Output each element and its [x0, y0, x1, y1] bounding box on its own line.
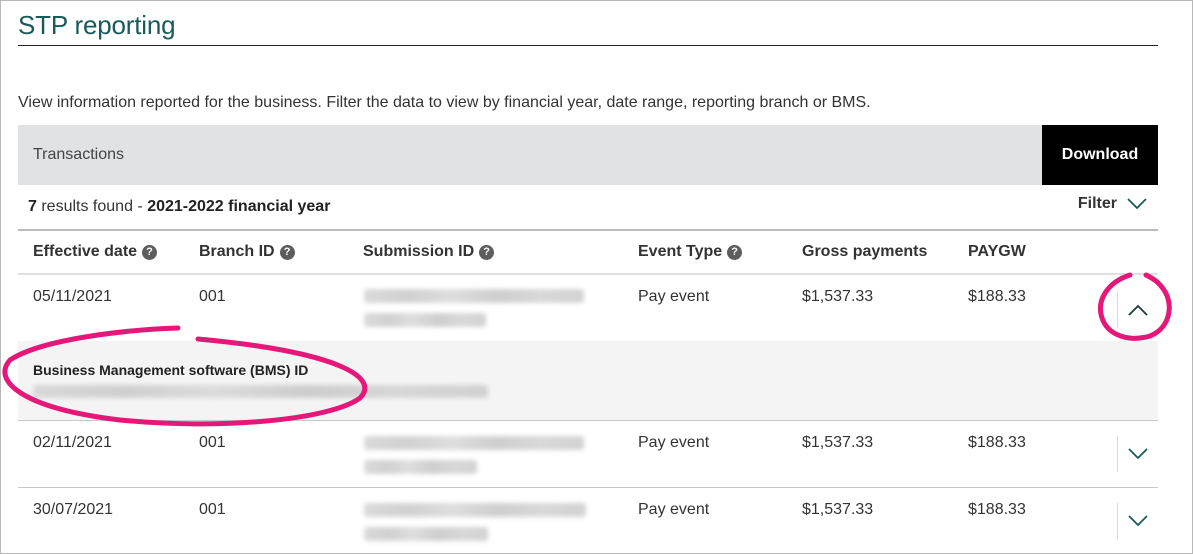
header-divider — [18, 273, 1158, 275]
paygw: $188.33 — [968, 501, 1026, 518]
transactions-title: Transactions — [33, 146, 124, 163]
chevron-down-icon — [1127, 198, 1147, 210]
results-count: 7 — [28, 198, 37, 215]
page-frame — [0, 0, 1193, 554]
column-header-gross-payments: Gross payments — [802, 243, 928, 260]
branch-id: 001 — [199, 434, 226, 451]
branch-id: 001 — [199, 288, 226, 305]
column-header-branch-id: Branch ID ? — [199, 243, 295, 261]
chevron-up-icon — [1128, 304, 1148, 316]
column-header-event-type: Event Type ? — [638, 243, 743, 261]
page-title: STP reporting — [18, 10, 176, 40]
question-icon[interactable]: ? — [727, 244, 743, 260]
bms-id-label: Business Management software (BMS) ID — [33, 362, 309, 378]
chevron-down-icon — [1128, 448, 1148, 460]
event-type: Pay event — [638, 288, 710, 305]
gross-payments: $1,537.33 — [802, 288, 874, 305]
column-header-paygw: PAYGW — [968, 243, 1026, 260]
table-top-divider — [18, 229, 1158, 231]
effective-date: 30/07/2021 — [33, 501, 114, 518]
collapse-row-button[interactable] — [1117, 292, 1158, 328]
column-header-effective-date: Effective date ? — [33, 243, 158, 261]
question-icon[interactable]: ? — [479, 244, 495, 260]
row-divider — [18, 420, 1158, 421]
paygw: $188.33 — [968, 288, 1026, 305]
expand-row-button[interactable] — [1117, 503, 1158, 539]
gross-payments: $1,537.33 — [802, 434, 874, 451]
expand-row-button[interactable] — [1117, 436, 1158, 472]
transactions-bar: Transactions Download — [18, 125, 1158, 185]
filter-toggle[interactable]: Filter — [1078, 195, 1147, 213]
column-header-submission-id: Submission ID ? — [363, 243, 495, 261]
question-icon[interactable]: ? — [142, 244, 158, 260]
effective-date: 02/11/2021 — [33, 434, 112, 451]
title-divider — [18, 45, 1158, 46]
question-icon[interactable]: ? — [279, 244, 295, 260]
event-type: Pay event — [638, 501, 710, 518]
effective-date: 05/11/2021 — [33, 288, 112, 305]
results-summary: 7 results found - 2021-2022 financial ye… — [28, 198, 330, 216]
results-text: results found - — [36, 198, 148, 215]
paygw: $188.33 — [968, 434, 1026, 451]
chevron-down-icon — [1128, 515, 1148, 527]
branch-id: 001 — [199, 501, 226, 518]
intro-text: View information reported for the busine… — [18, 94, 871, 111]
download-button[interactable]: Download — [1042, 125, 1158, 185]
results-period: 2021-2022 financial year — [147, 198, 331, 215]
row-divider — [18, 487, 1158, 488]
filter-label: Filter — [1077, 195, 1117, 212]
event-type: Pay event — [638, 434, 710, 451]
bms-detail-panel: Business Management software (BMS) ID — [18, 341, 1158, 420]
gross-payments: $1,537.33 — [802, 501, 874, 518]
